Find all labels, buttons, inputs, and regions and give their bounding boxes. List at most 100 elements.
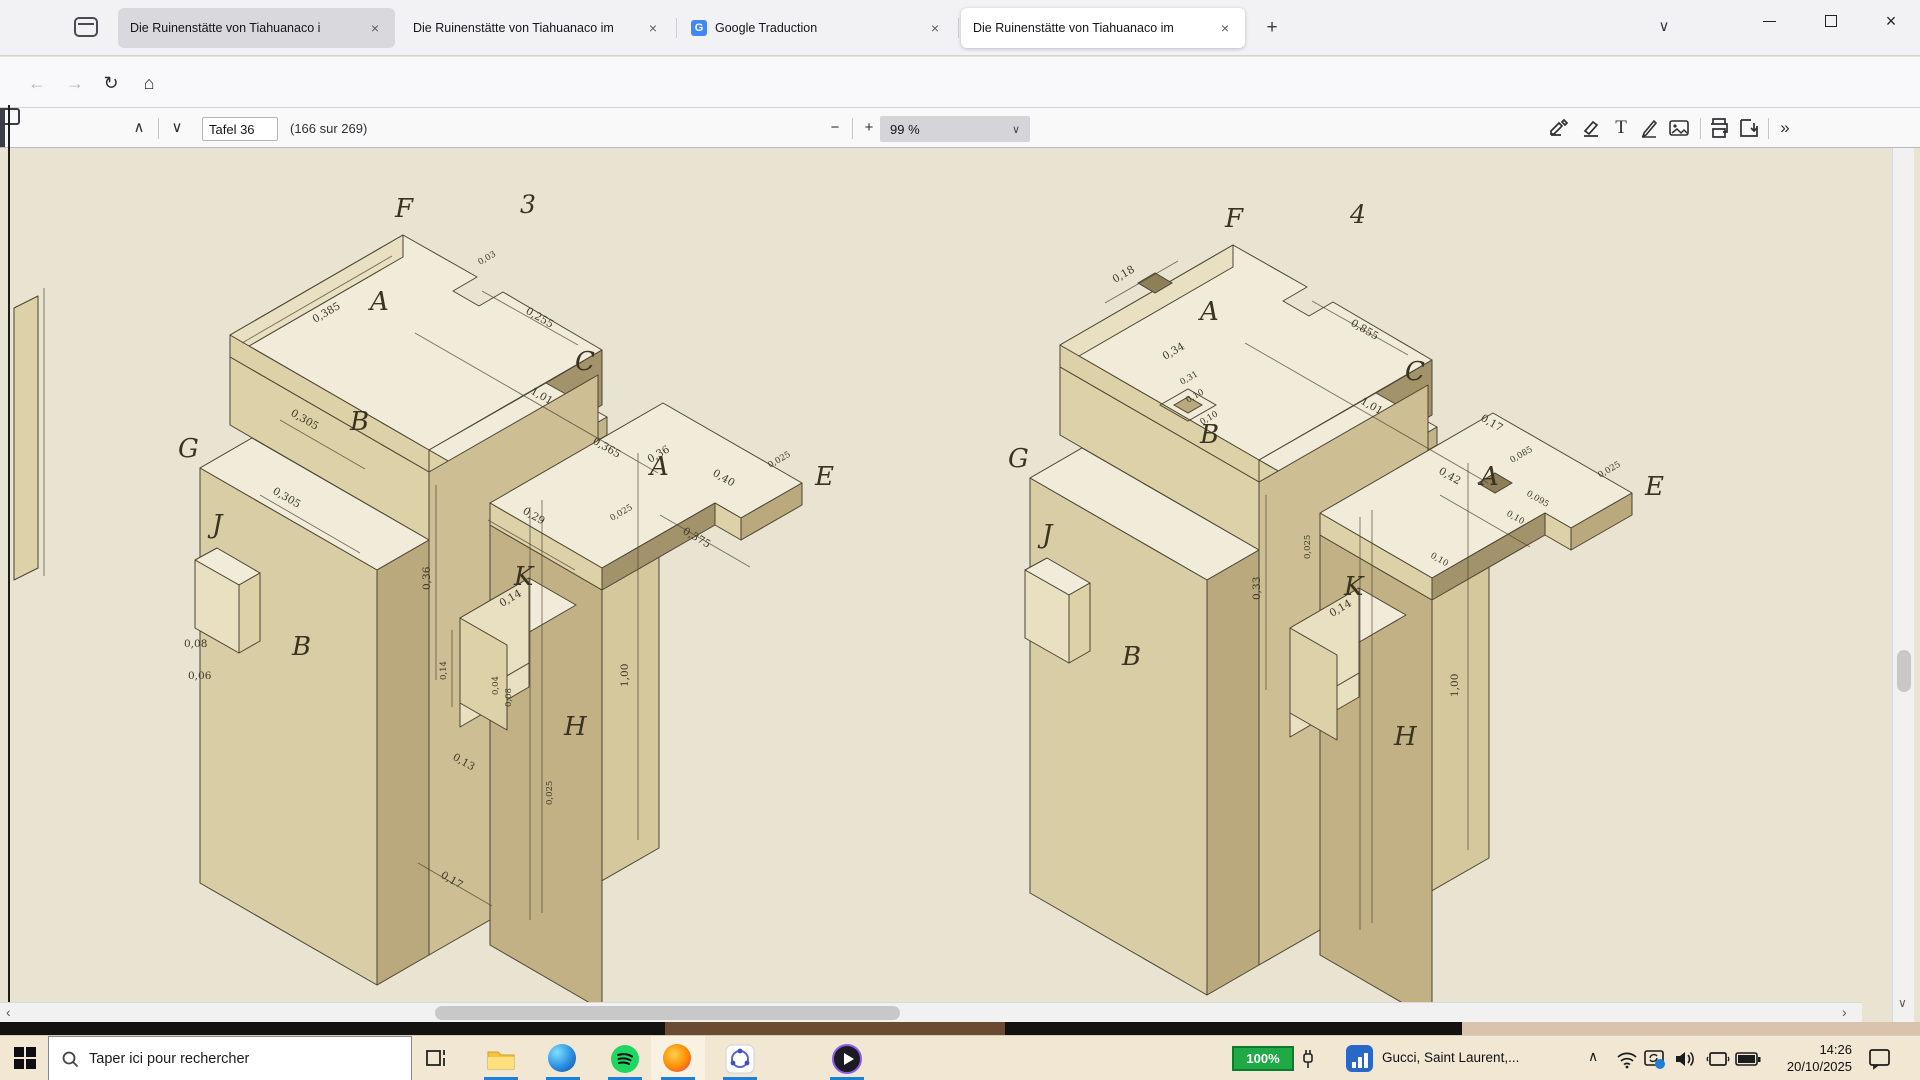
search-placeholder: Taper ici pour rechercher bbox=[89, 1051, 249, 1067]
vertical-scrollbar[interactable]: ∨ bbox=[1892, 148, 1914, 1022]
new-tab-button[interactable]: + bbox=[1258, 14, 1286, 42]
tab-close-icon[interactable]: × bbox=[643, 20, 663, 36]
figure3-letter-C: C bbox=[575, 347, 595, 377]
tab-1[interactable]: Die Ruinenstätte von Tiahuanaco i × bbox=[118, 8, 395, 48]
plug-icon bbox=[1300, 1048, 1316, 1070]
tab-title: Die Ruinenstätte von Tiahuanaco im bbox=[973, 21, 1215, 35]
google-translate-icon: G bbox=[691, 20, 707, 36]
dim-label: 0,06 bbox=[188, 670, 212, 682]
tab-title: Die Ruinenstätte von Tiahuanaco im bbox=[413, 21, 643, 35]
tab-2[interactable]: Die Ruinenstätte von Tiahuanaco im × bbox=[401, 8, 673, 48]
figure3-letter-E: E bbox=[814, 462, 834, 492]
dim-label: 0,08 bbox=[504, 688, 514, 707]
desktop-strip bbox=[0, 1022, 665, 1035]
add-text-icon[interactable]: T bbox=[1608, 115, 1634, 141]
figure3-letter-B1: B bbox=[349, 407, 369, 437]
task-view-icon[interactable] bbox=[424, 1046, 450, 1070]
figure4-letter-F: F bbox=[1224, 204, 1244, 234]
zoom-out-icon[interactable]: − bbox=[822, 115, 848, 141]
cast-icon[interactable] bbox=[1706, 1049, 1730, 1069]
dim-label: 0,025 bbox=[1303, 535, 1313, 559]
tab-close-icon[interactable]: × bbox=[1215, 20, 1235, 36]
zoom-value: 99 % bbox=[890, 122, 1012, 137]
vertical-scroll-thumb[interactable] bbox=[1897, 650, 1911, 692]
browser-navbar: ← → ↻ ⌂ file:///C:/Users/33695/Downloads… bbox=[0, 57, 1920, 108]
horizontal-scrollbar[interactable]: ‹ › bbox=[0, 1002, 1862, 1022]
scroll-right-icon[interactable]: › bbox=[1842, 1004, 1847, 1020]
figure4-letter-A1: A bbox=[1198, 297, 1219, 327]
figure4-letter-A2: A bbox=[1478, 462, 1499, 492]
window-close-button[interactable]: × bbox=[1866, 0, 1916, 42]
scroll-down-icon[interactable]: ∨ bbox=[1898, 996, 1907, 1010]
battery-tray-icon[interactable] bbox=[1735, 1050, 1761, 1068]
download-icon[interactable] bbox=[1736, 115, 1762, 141]
add-image-icon[interactable] bbox=[1666, 115, 1692, 141]
highlighter-icon[interactable] bbox=[1578, 115, 1604, 141]
taskbar-clock[interactable]: 14:26 20/10/2025 bbox=[1760, 1041, 1852, 1075]
figure4-letter-H: H bbox=[1393, 722, 1418, 752]
forward-icon[interactable]: → bbox=[60, 69, 90, 97]
tab-separator bbox=[958, 18, 959, 38]
back-icon[interactable]: ← bbox=[22, 69, 52, 97]
print-icon[interactable] bbox=[1706, 115, 1732, 141]
speaker-icon[interactable] bbox=[1674, 1049, 1698, 1069]
dim-label: 0,025 bbox=[545, 781, 555, 805]
zoom-select[interactable]: 99 % ∨ bbox=[880, 116, 1030, 142]
geogebra-icon[interactable] bbox=[725, 1044, 755, 1074]
sidebar-toggle-icon[interactable] bbox=[0, 108, 20, 125]
home-icon[interactable]: ⌂ bbox=[134, 69, 164, 97]
firefox-view-icon[interactable] bbox=[74, 17, 98, 37]
scroll-left-icon[interactable]: ‹ bbox=[6, 1004, 11, 1020]
start-button[interactable] bbox=[14, 1047, 38, 1071]
chevron-down-icon: ∨ bbox=[1012, 123, 1020, 136]
tab-separator bbox=[676, 18, 677, 38]
figure4-letter-B2: B bbox=[1121, 642, 1141, 672]
dim-label: 0,33 bbox=[1251, 577, 1263, 600]
battery-widget[interactable]: 100% bbox=[1232, 1046, 1294, 1071]
figure3-letter-B2: B bbox=[291, 632, 311, 662]
window-minimize-button[interactable] bbox=[1744, 0, 1794, 42]
pdf-toolbar: ∧ ∨ (166 sur 269) − + 99 % ∨ T » bbox=[0, 108, 1920, 148]
tray-chevron-icon[interactable]: ∧ bbox=[1588, 1048, 1598, 1065]
more-tools-icon[interactable]: » bbox=[1772, 115, 1798, 141]
firefox-icon[interactable] bbox=[663, 1044, 693, 1074]
file-explorer-icon[interactable] bbox=[486, 1044, 516, 1074]
tab-close-icon[interactable]: × bbox=[925, 20, 945, 36]
page-count-label: (166 sur 269) bbox=[290, 121, 367, 136]
action-center-icon[interactable] bbox=[1868, 1048, 1892, 1070]
dim-label: 0,04 bbox=[491, 676, 501, 695]
previous-page-icon[interactable]: ∧ bbox=[126, 115, 152, 141]
divider bbox=[158, 118, 159, 139]
tab-close-icon[interactable]: × bbox=[365, 20, 385, 36]
draw-pen-icon[interactable] bbox=[1636, 115, 1662, 141]
divider bbox=[1700, 118, 1701, 139]
next-page-icon[interactable]: ∨ bbox=[164, 115, 190, 141]
horizontal-scroll-thumb[interactable] bbox=[435, 1006, 900, 1020]
divider bbox=[852, 118, 853, 139]
desktop-strip bbox=[665, 1022, 1005, 1035]
dim-label: 0,03 bbox=[477, 249, 498, 267]
search-icon bbox=[61, 1050, 79, 1068]
edge-icon[interactable] bbox=[548, 1044, 578, 1074]
pdf-page: F 3 A C A E G J B B K H 0,385 0,255 1,01… bbox=[0, 148, 1920, 1022]
wifi-icon[interactable] bbox=[1616, 1049, 1638, 1069]
tab-4-active[interactable]: Die Ruinenstätte von Tiahuanaco im × bbox=[961, 8, 1245, 48]
news-headline[interactable]: Gucci, Saint Laurent,... bbox=[1382, 1050, 1564, 1065]
spotify-icon[interactable] bbox=[610, 1044, 640, 1074]
plate-drawing: F 3 A C A E G J B B K H 0,385 0,255 1,01… bbox=[0, 148, 1920, 1022]
signature-icon[interactable] bbox=[1546, 115, 1572, 141]
media-player-icon[interactable] bbox=[832, 1044, 862, 1074]
tab-3[interactable]: G Google Traduction × bbox=[679, 8, 955, 48]
browser-titlebar: Die Ruinenstätte von Tiahuanaco i × Die … bbox=[0, 0, 1920, 56]
window-maximize-button[interactable] bbox=[1806, 0, 1856, 42]
zoom-in-icon[interactable]: + bbox=[856, 115, 882, 141]
news-widget-icon[interactable] bbox=[1346, 1045, 1373, 1072]
reload-icon[interactable]: ↻ bbox=[96, 69, 126, 97]
clock-date: 20/10/2025 bbox=[1760, 1058, 1852, 1075]
figure-3: F 3 A C A E G J B B K H 0,385 0,255 1,01… bbox=[178, 190, 834, 1010]
taskbar-search[interactable]: Taper ici pour rechercher bbox=[48, 1036, 412, 1080]
list-all-tabs-icon[interactable]: ∨ bbox=[1650, 14, 1678, 42]
sync-icon[interactable] bbox=[1643, 1048, 1667, 1070]
desktop-strip bbox=[1462, 1022, 1920, 1035]
page-number-input[interactable] bbox=[202, 117, 278, 141]
